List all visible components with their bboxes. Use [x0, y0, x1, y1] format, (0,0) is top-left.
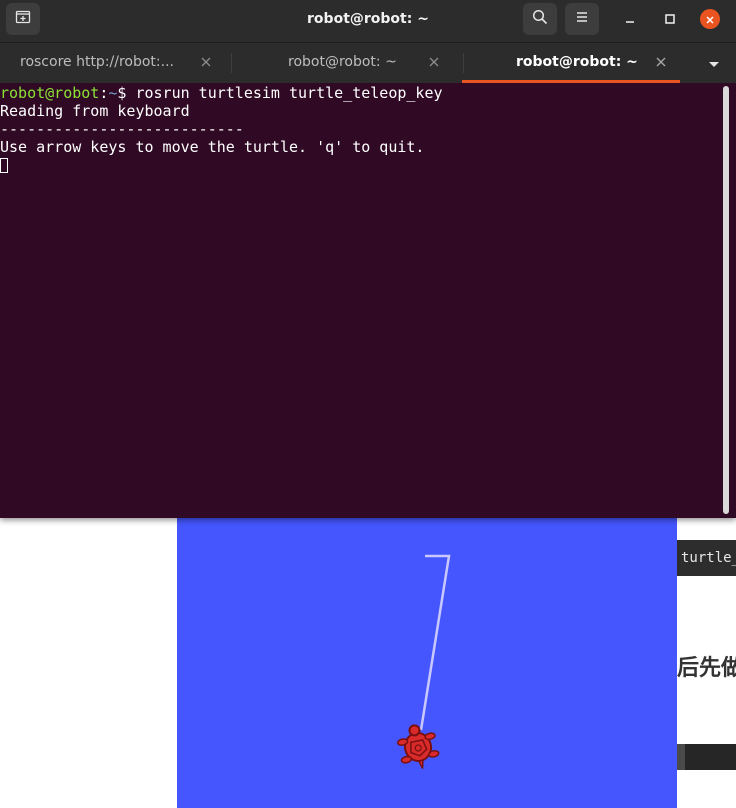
- terminal-scrollbar[interactable]: [723, 86, 729, 514]
- close-button[interactable]: [700, 9, 720, 29]
- tab-label: roscore http://robot:...: [20, 54, 174, 70]
- tab-label: robot@robot: ~: [288, 54, 397, 70]
- cursor-line: [0, 156, 720, 174]
- output-line: Use arrow keys to move the turtle. 'q' t…: [0, 138, 425, 156]
- prompt-line: robot@robot:~$ rosrun turtlesim turtle_t…: [0, 84, 720, 102]
- tab-bar: roscore http://robot:... robot@robot: ~: [0, 43, 736, 83]
- hamburger-menu-icon: [574, 9, 590, 29]
- command-text: rosrun turtlesim turtle_teleop_key: [135, 84, 443, 102]
- tab-label: robot@robot: ~: [516, 54, 638, 70]
- turtlesim-window[interactable]: [177, 518, 677, 808]
- tab-robot-1[interactable]: robot@robot: ~: [232, 43, 462, 83]
- tab-close-icon[interactable]: [199, 55, 213, 69]
- tab-robot-2-active[interactable]: robot@robot: ~: [464, 43, 682, 83]
- minimize-button[interactable]: [620, 9, 640, 29]
- turtlesim-canvas: [396, 554, 451, 769]
- output-line: ---------------------------: [0, 120, 244, 138]
- close-icon: [705, 10, 715, 29]
- terminal-window[interactable]: robot@robot: ~ roscore http://robot:... …: [0, 0, 736, 518]
- tab-close-icon[interactable]: [427, 55, 441, 69]
- terminal-output[interactable]: robot@robot:~$ rosrun turtlesim turtle_t…: [0, 84, 720, 518]
- search-icon: [532, 9, 548, 29]
- background-heading-text: 后先做: [677, 656, 736, 681]
- menu-button[interactable]: [565, 3, 599, 35]
- maximize-icon: [664, 10, 676, 29]
- tab-list-dropdown[interactable]: [696, 43, 732, 83]
- prompt-dollar: $: [117, 84, 136, 102]
- background-dark-bar-edge: [677, 744, 685, 770]
- turtle-sprite: [396, 724, 440, 769]
- prompt-user-host: robot@robot: [0, 84, 100, 102]
- tab-roscore[interactable]: roscore http://robot:...: [0, 43, 230, 83]
- search-button[interactable]: [523, 3, 557, 35]
- title-bar[interactable]: robot@robot: ~: [0, 0, 736, 43]
- active-tab-indicator: [462, 80, 680, 83]
- terminal-cursor: [0, 158, 8, 173]
- chevron-down-icon: [708, 54, 720, 73]
- minimize-icon: [624, 10, 636, 29]
- tab-close-icon[interactable]: [654, 55, 668, 69]
- turtle-trail: [419, 554, 451, 731]
- background-dark-bar: [677, 744, 736, 770]
- maximize-button[interactable]: [660, 9, 680, 29]
- output-line: Reading from keyboard: [0, 102, 190, 120]
- background-code-snippet: turtle_: [677, 540, 736, 576]
